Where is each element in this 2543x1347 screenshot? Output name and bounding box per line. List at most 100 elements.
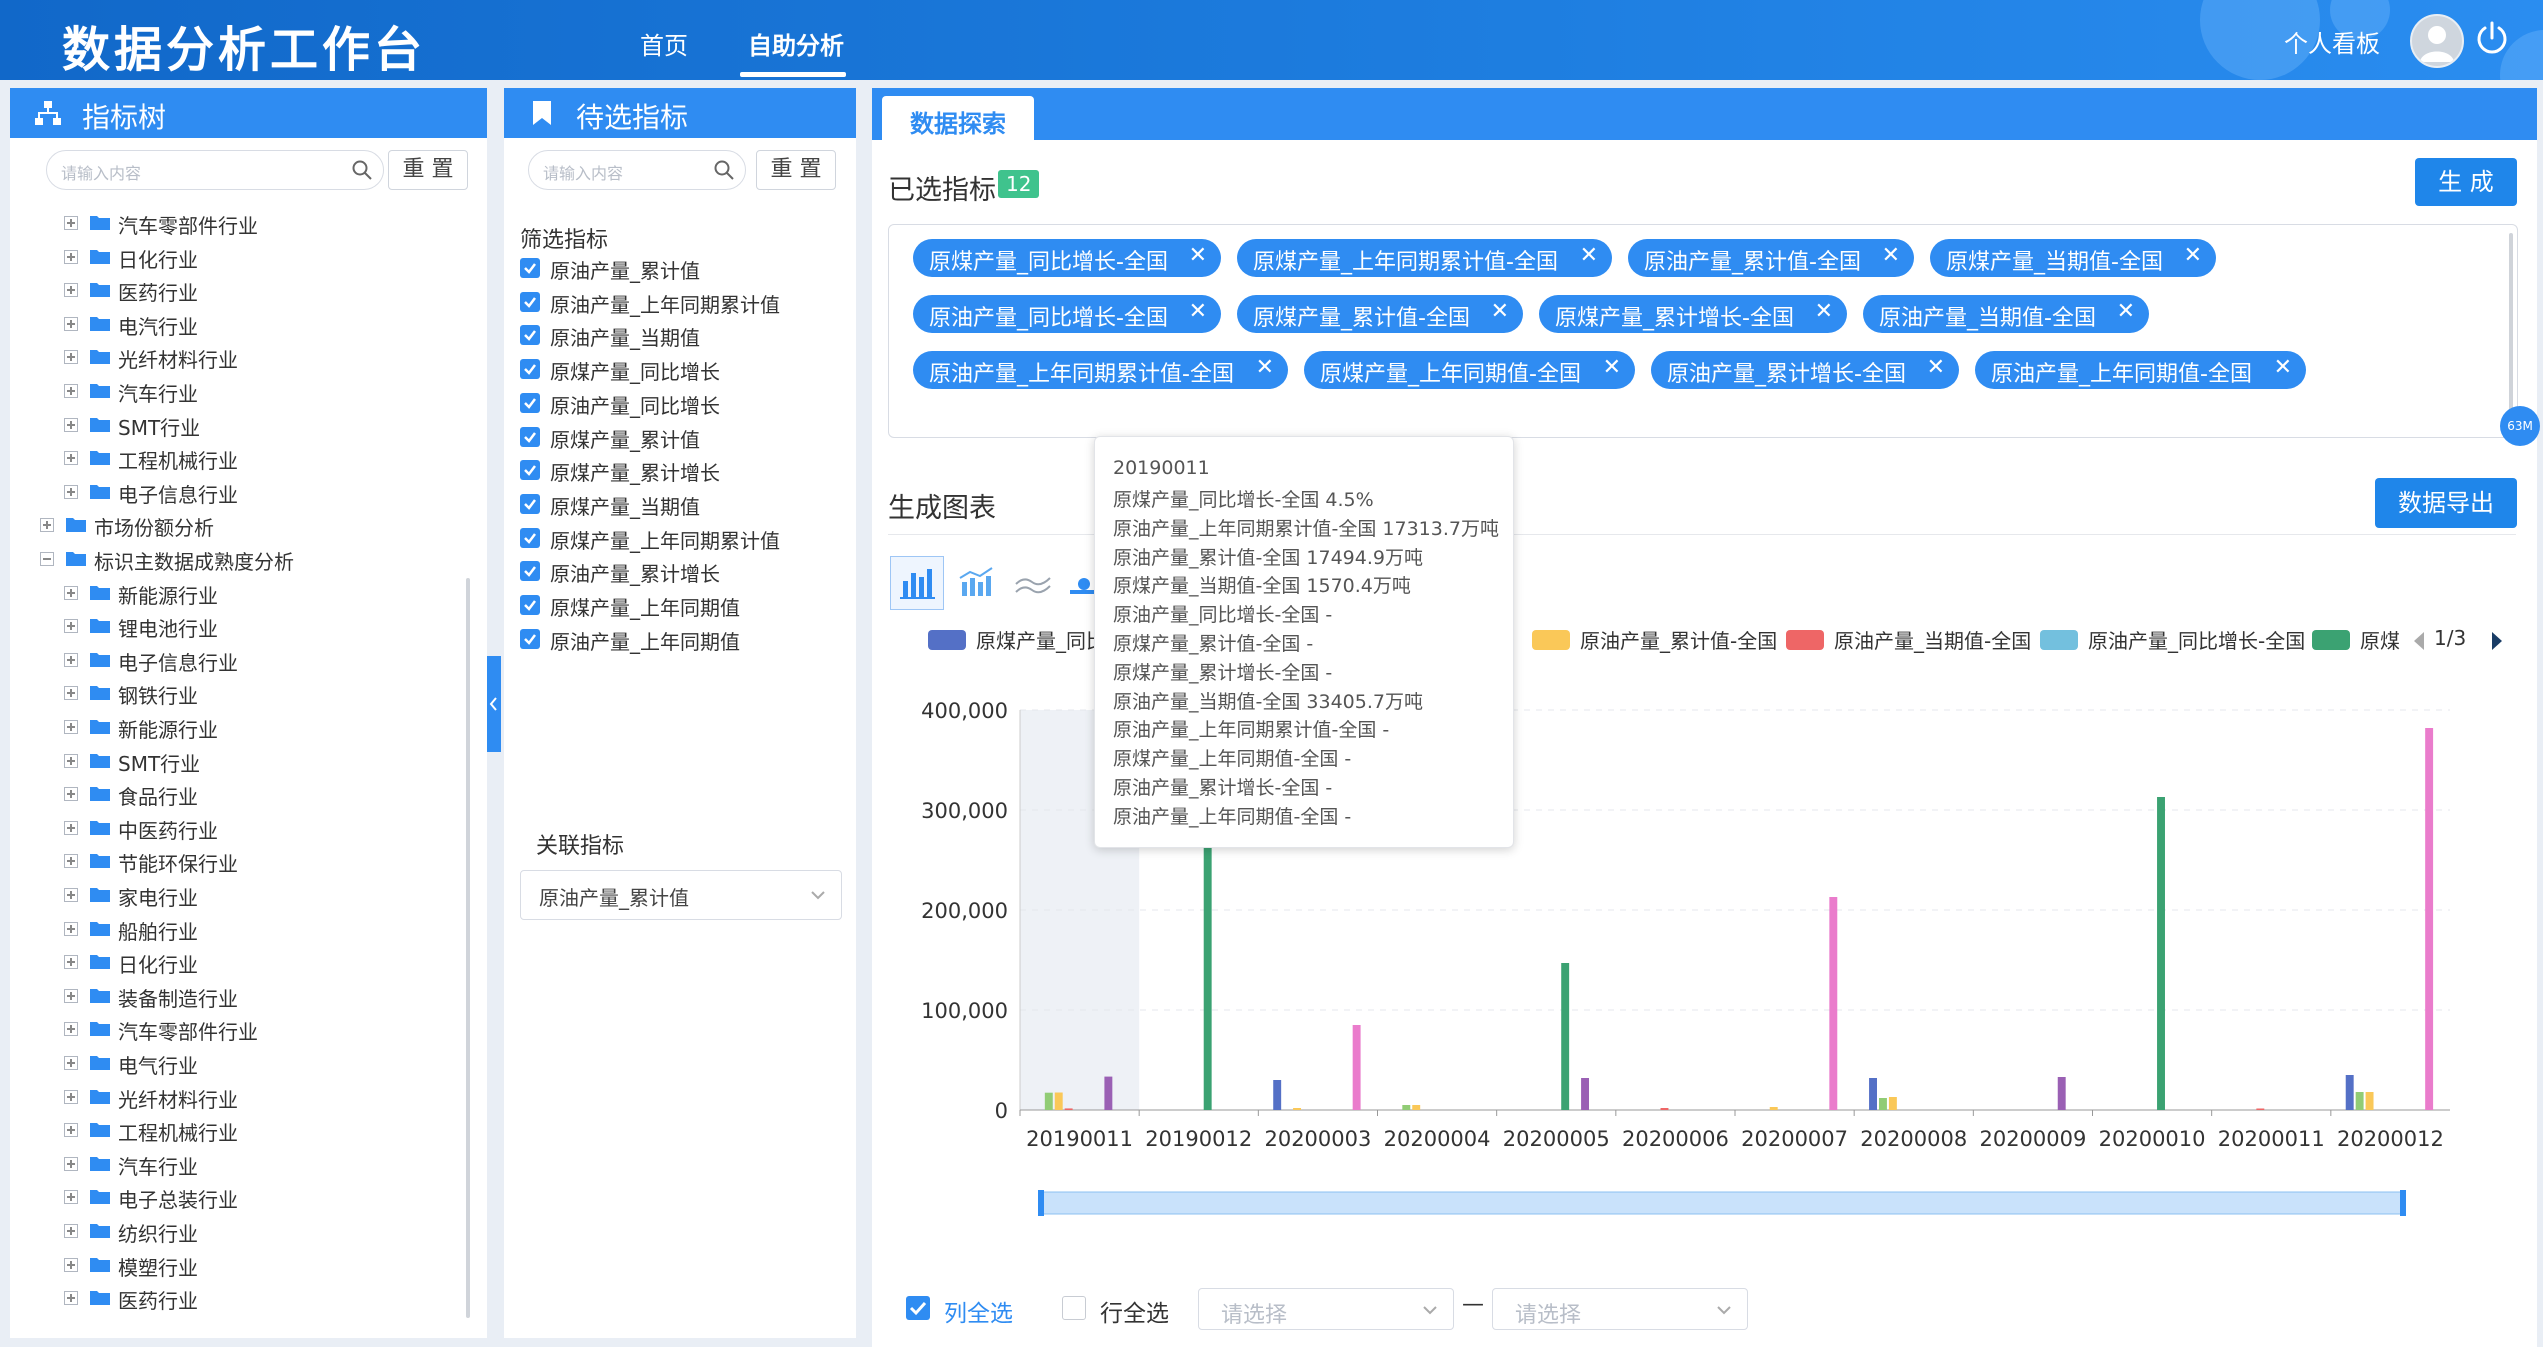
close-icon[interactable]: ✕ bbox=[1882, 243, 1900, 268]
expand-plus-icon[interactable] bbox=[64, 1156, 78, 1171]
chart-type-bar-line[interactable] bbox=[950, 556, 1002, 608]
selected-tag[interactable]: 原煤产量_累计值-全国 ✕ bbox=[1237, 295, 1523, 333]
col-all-checkbox[interactable] bbox=[906, 1296, 930, 1320]
expand-plus-icon[interactable] bbox=[64, 888, 78, 902]
expand-plus-icon[interactable] bbox=[64, 1291, 78, 1306]
legend-next-icon[interactable] bbox=[2488, 630, 2506, 652]
close-icon[interactable]: ✕ bbox=[2184, 243, 2202, 268]
collapse-handle[interactable] bbox=[487, 656, 501, 752]
chart-type-bar[interactable] bbox=[890, 556, 944, 610]
expand-plus-icon[interactable] bbox=[64, 820, 78, 835]
row-all-checkbox[interactable] bbox=[1062, 1296, 1086, 1320]
expand-plus-icon[interactable] bbox=[64, 1089, 78, 1104]
collapse-minus-icon[interactable] bbox=[40, 552, 54, 566]
expand-plus-icon[interactable] bbox=[64, 216, 78, 230]
generate-button[interactable]: 生 成 bbox=[2415, 158, 2517, 206]
checkbox-checked[interactable] bbox=[520, 291, 540, 312]
search-icon[interactable] bbox=[351, 159, 373, 181]
expand-plus-icon[interactable] bbox=[64, 955, 78, 970]
selected-tag[interactable]: 原煤产量_上年同期累计值-全国 ✕ bbox=[1237, 239, 1612, 277]
expand-plus-icon[interactable] bbox=[64, 1190, 78, 1205]
tree-scrollbar[interactable] bbox=[466, 578, 470, 1318]
selected-tag[interactable]: 原煤产量_上年同期值-全国 ✕ bbox=[1304, 351, 1635, 389]
expand-plus-icon[interactable] bbox=[64, 316, 78, 331]
expand-plus-icon[interactable] bbox=[64, 652, 78, 667]
expand-plus-icon[interactable] bbox=[64, 249, 78, 264]
checkbox-checked[interactable] bbox=[520, 325, 540, 346]
nav-home[interactable]: 首页 bbox=[640, 26, 688, 61]
tree-reset-button[interactable]: 重 置 bbox=[388, 150, 468, 190]
checkbox-checked[interactable] bbox=[520, 460, 540, 481]
selected-tag[interactable]: 原油产量_当期值-全国 ✕ bbox=[1863, 295, 2149, 333]
close-icon[interactable]: ✕ bbox=[1815, 299, 1833, 324]
expand-plus-icon[interactable] bbox=[64, 854, 78, 869]
selected-tag[interactable]: 原油产量_同比增长-全国 ✕ bbox=[913, 295, 1221, 333]
expand-plus-icon[interactable] bbox=[64, 1257, 78, 1272]
power-icon[interactable] bbox=[2472, 18, 2512, 58]
range-end-select[interactable]: 请选择 bbox=[1492, 1288, 1748, 1330]
expand-plus-icon[interactable] bbox=[64, 484, 78, 499]
checkbox-checked[interactable] bbox=[520, 595, 540, 615]
checkbox-checked[interactable] bbox=[520, 493, 540, 514]
selected-tag[interactable]: 原煤产量_当期值-全国 ✕ bbox=[1930, 239, 2216, 277]
checkbox-checked[interactable] bbox=[520, 561, 540, 582]
side-badge[interactable]: 63M bbox=[2500, 406, 2540, 446]
related-indicator-select[interactable]: 原油产量_累计值 bbox=[520, 870, 842, 920]
expand-plus-icon[interactable] bbox=[64, 1056, 78, 1070]
tags-scrollbar[interactable] bbox=[2509, 233, 2513, 423]
expand-plus-icon[interactable] bbox=[64, 753, 78, 768]
candidate-search-input[interactable]: 请输入内容 bbox=[528, 150, 746, 190]
expand-plus-icon[interactable] bbox=[64, 720, 78, 734]
close-icon[interactable]: ✕ bbox=[1580, 243, 1598, 268]
expand-plus-icon[interactable] bbox=[64, 988, 78, 1003]
checkbox-checked[interactable] bbox=[520, 527, 540, 548]
close-icon[interactable]: ✕ bbox=[1927, 355, 1945, 380]
expand-plus-icon[interactable] bbox=[64, 283, 78, 298]
personal-board-link[interactable]: 个人看板 bbox=[2284, 24, 2380, 59]
expand-plus-icon[interactable] bbox=[64, 384, 78, 398]
selected-tag[interactable]: 原油产量_上年同期累计值-全国 ✕ bbox=[913, 351, 1288, 389]
nav-self-analysis[interactable]: 自助分析 bbox=[748, 26, 844, 61]
expand-plus-icon[interactable] bbox=[64, 350, 78, 365]
selected-tag[interactable]: 原油产量_累计值-全国 ✕ bbox=[1628, 239, 1914, 277]
close-icon[interactable]: ✕ bbox=[1256, 355, 1274, 380]
close-icon[interactable]: ✕ bbox=[1189, 299, 1207, 324]
col-all-label[interactable]: 列全选 bbox=[944, 1294, 1013, 1328]
checkbox-checked[interactable] bbox=[520, 258, 540, 278]
legend-prev-icon[interactable] bbox=[2410, 630, 2428, 652]
search-icon[interactable] bbox=[713, 159, 735, 181]
avatar[interactable] bbox=[2410, 14, 2464, 68]
selected-tag[interactable]: 原煤产量_同比增长-全国 ✕ bbox=[913, 239, 1221, 277]
close-icon[interactable]: ✕ bbox=[2274, 355, 2292, 380]
selected-tag[interactable]: 原油产量_累计增长-全国 ✕ bbox=[1651, 351, 1959, 389]
expand-plus-icon[interactable] bbox=[64, 921, 78, 936]
chart-type-line[interactable] bbox=[1008, 556, 1060, 608]
close-icon[interactable]: ✕ bbox=[1189, 243, 1207, 268]
selected-tag[interactable]: 原油产量_上年同期值-全国 ✕ bbox=[1975, 351, 2306, 389]
checkbox-checked[interactable] bbox=[520, 426, 540, 447]
expand-plus-icon[interactable] bbox=[64, 1022, 78, 1037]
tab-data-explore[interactable]: 数据探索 bbox=[882, 96, 1034, 140]
expand-plus-icon[interactable] bbox=[64, 787, 78, 802]
expand-plus-icon[interactable] bbox=[64, 1123, 78, 1138]
candidate-reset-button[interactable]: 重 置 bbox=[756, 150, 836, 190]
selected-tag[interactable]: 原煤产量_累计增长-全国 ✕ bbox=[1539, 295, 1847, 333]
expand-plus-icon[interactable] bbox=[64, 686, 78, 701]
tree-search-input[interactable]: 请输入内容 bbox=[46, 150, 384, 190]
checkbox-checked[interactable] bbox=[520, 628, 540, 649]
range-start-select[interactable]: 请选择 bbox=[1198, 1288, 1454, 1330]
close-icon[interactable]: ✕ bbox=[2117, 299, 2135, 324]
expand-plus-icon[interactable] bbox=[64, 451, 78, 466]
close-icon[interactable]: ✕ bbox=[1491, 299, 1509, 324]
checkbox-checked[interactable] bbox=[520, 359, 540, 380]
row-all-label[interactable]: 行全选 bbox=[1100, 1294, 1169, 1328]
expand-plus-icon[interactable] bbox=[64, 585, 78, 600]
expand-plus-icon[interactable] bbox=[64, 619, 78, 634]
checkbox-checked[interactable] bbox=[520, 392, 540, 413]
expand-plus-icon[interactable] bbox=[64, 417, 78, 432]
close-icon[interactable]: ✕ bbox=[1603, 355, 1621, 380]
expand-plus-icon[interactable] bbox=[64, 1224, 78, 1238]
expand-plus-icon[interactable] bbox=[40, 518, 54, 533]
chart-type-more[interactable] bbox=[1066, 556, 1096, 608]
export-button[interactable]: 数据导出 bbox=[2375, 478, 2517, 528]
